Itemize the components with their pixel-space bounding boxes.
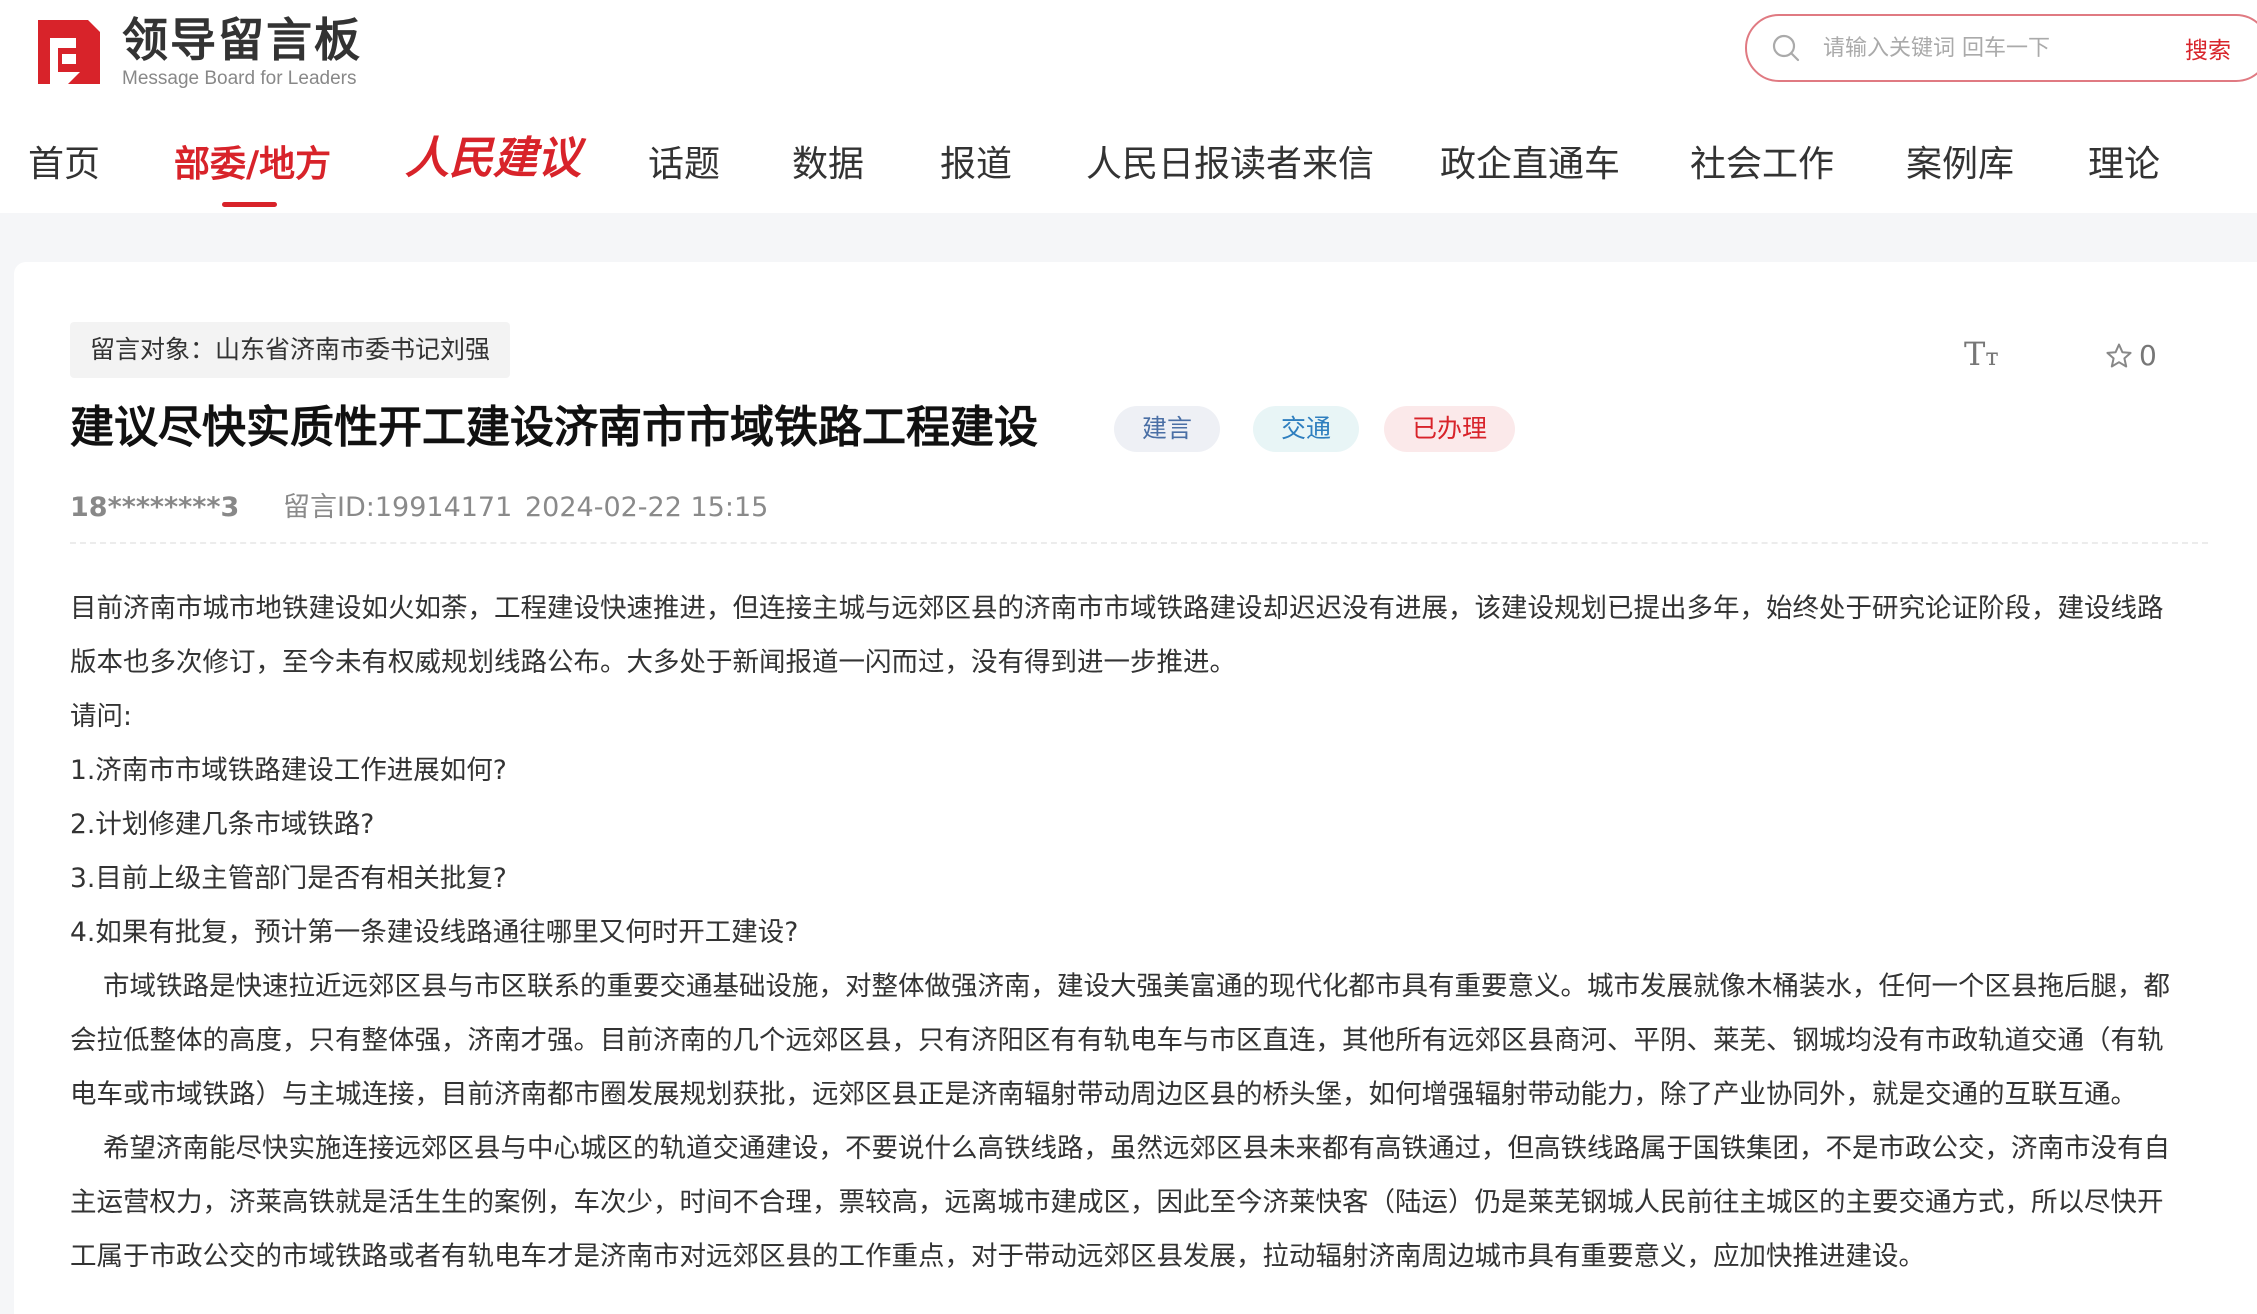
body-line: 版本也多次修订，至今未有权威规划线路公布。大多处于新闻报道一闪而过，没有得到进一… (70, 647, 1236, 678)
message-datetime: 2024-02-22 15:15 (525, 492, 769, 523)
nav-item-people-suggestions[interactable]: 人民建议 (405, 124, 581, 194)
message-title: 建议尽快实质性开工建设济南市市域铁路工程建设 (70, 402, 1038, 453)
main-nav: 首页 部委/地方 话题 数据 报道 人民日报读者来信 政企直通车 社会工作 案例… (0, 135, 2257, 195)
divider (70, 542, 2208, 544)
field-badge[interactable]: 交通 (1253, 406, 1360, 452)
search-icon[interactable] (1771, 33, 1801, 63)
nav-item-data[interactable]: 数据 (792, 135, 864, 195)
nav-item-social-work[interactable]: 社会工作 (1690, 135, 1834, 195)
search-button[interactable]: 搜索 (2185, 31, 2231, 65)
body-line: 主运营权力，济莱高铁就是活生生的案例，车次少，时间不合理，票较高，远离城市建成区… (70, 1187, 2164, 1218)
body-line: 2.计划修建几条市域铁路? (70, 809, 375, 840)
search-input[interactable] (1823, 28, 2153, 68)
body-line: 电车或市域铁路）与主城连接，目前济南都市圈发展规划获批，远郊区县正是济南辐射带动… (70, 1079, 2137, 1110)
nav-item-home[interactable]: 首页 (28, 135, 100, 195)
favorite-button[interactable]: 0 (2105, 336, 2157, 376)
message-id: 留言ID:19914171 (283, 492, 513, 523)
nav-item-theory[interactable]: 理论 (2088, 135, 2160, 195)
nav-item-ministries-local[interactable]: 部委/地方 (174, 135, 331, 195)
nav-item-reports[interactable]: 报道 (940, 135, 1012, 195)
body-line: 希望济南能尽快实施连接远郊区县与中心城区的轨道交通建设，不要说什么高铁线路，虽然… (103, 1133, 2170, 1164)
logo-chinese: 领导留言板 (122, 13, 362, 67)
category-badge[interactable]: 建言 (1114, 406, 1221, 452)
body-line: 4.如果有批复，预计第一条建设线路通往哪里又何时开工建设? (70, 917, 799, 948)
nav-item-topics[interactable]: 话题 (648, 135, 720, 195)
body-line: 1.济南市市域铁路建设工作进展如何? (70, 755, 507, 786)
status-badge: 已办理 (1384, 406, 1516, 452)
font-size-button[interactable]: Tт (1964, 334, 1999, 374)
body-line: 请问: (70, 701, 132, 732)
site-logo[interactable]: 领导留言板 Message Board for Leaders (28, 12, 362, 92)
body-line: 市域铁路是快速拉近远郊区县与市区联系的重要交通基础设施，对整体做强济南，建设大强… (103, 971, 2170, 1002)
body-line: 工属于市政公交的市域铁路或者有轨电车才是济南市对远郊区县的工作重点，对于带动远郊… (70, 1241, 1925, 1272)
body-line: 3.目前上级主管部门是否有相关批复? (70, 863, 507, 894)
logo-english: Message Board for Leaders (122, 68, 357, 89)
logo-mark-icon (38, 20, 100, 84)
body-line: 目前济南市城市地铁建设如火如荼，工程建设快速推进，但连接主城与远郊区县的济南市市… (70, 593, 2164, 624)
star-icon (2106, 343, 2132, 368)
nav-item-gov-business[interactable]: 政企直通车 (1440, 135, 1620, 195)
nav-item-case-library[interactable]: 案例库 (1906, 135, 2014, 195)
logo-text: 领导留言板 Message Board for Leaders (122, 14, 362, 90)
search-box: 搜索 (1745, 14, 2257, 82)
author-id: 18********3 (70, 492, 240, 523)
message-target: 留言对象：山东省济南市委书记刘强 (70, 322, 511, 378)
message-body: 目前济南市城市地铁建设如火如荼，工程建设快速推进，但连接主城与远郊区县的济南市市… (70, 582, 2210, 1284)
nav-item-readers-letters[interactable]: 人民日报读者来信 (1086, 135, 1374, 195)
body-line: 会拉低整体的高度，只有整体强，济南才强。目前济南的几个远郊区县，只有济阳区有有轨… (70, 1025, 2164, 1056)
site-header: 领导留言板 Message Board for Leaders 搜索 首页 部委… (0, 0, 2257, 213)
nav-active-indicator (222, 202, 277, 207)
favorite-count: 0 (2139, 339, 2157, 372)
